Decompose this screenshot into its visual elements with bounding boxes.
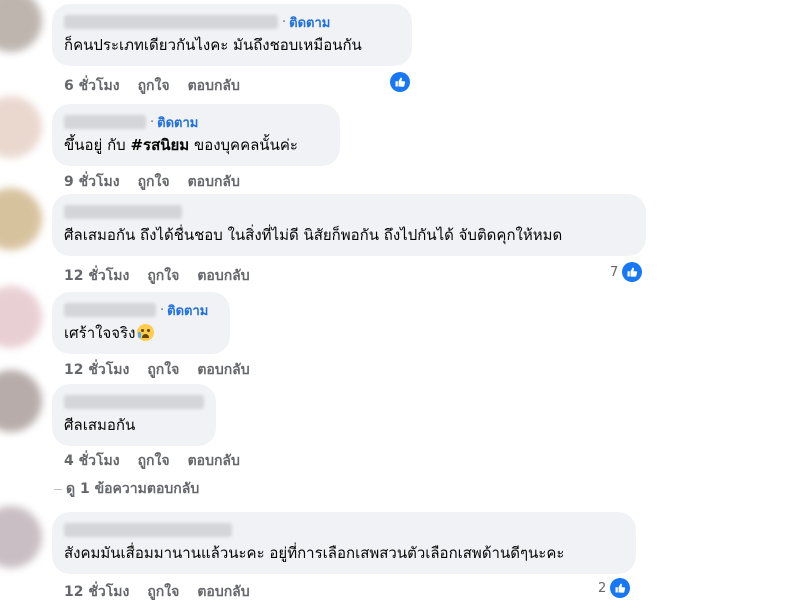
comment-time[interactable]: 9 ชั่วโมง [64,171,120,193]
like-button[interactable]: ถูกใจ [138,450,170,472]
commenter-name[interactable] [64,523,232,537]
reply-button[interactable]: ตอบกลับ [188,171,240,193]
reply-button[interactable]: ตอบกลับ [188,450,240,472]
thumbs-up-icon [622,262,643,282]
comment-actions: 9 ชั่วโมง ถูกใจ ตอบกลับ [64,171,240,193]
like-count: 7 [610,264,619,280]
reaction-count[interactable] [390,72,410,92]
hashtag-link[interactable]: #รสนิยม [130,136,189,154]
follow-link[interactable]: ติดตาม [289,12,330,33]
reply-button[interactable]: ตอบกลับ [188,75,240,97]
crying-face-emoji [137,324,155,341]
follow-link[interactable]: ติดตาม [157,112,198,133]
comment-bubble: สังคมมันเสื่อมมานานแล้วนะคะ อยู่ที่การเล… [52,512,636,574]
avatar[interactable] [0,286,42,348]
comment-text: ขึ้นอยู่ กับ #รสนิยม ของบุคคลนั้นค่ะ [64,136,298,154]
reaction-count[interactable]: 2 [598,578,631,598]
comment-bubble: · ติดตาม ขึ้นอยู่ กับ #รสนิยม ของบุคคลนั… [52,104,340,166]
comment-actions: 12 ชั่วโมง ถูกใจ ตอบกลับ [64,581,250,603]
view-replies-link[interactable]: ดู 1 ข้อความตอบกลับ [54,478,199,500]
comment-actions: 12 ชั่วโมง ถูกใจ ตอบกลับ [64,265,250,287]
comment-text: ศีลเสมอกัน [64,416,136,434]
thumbs-up-icon [390,72,410,92]
like-button[interactable]: ถูกใจ [138,171,170,193]
like-count: 2 [598,580,607,596]
comment-text: สังคมมันเสื่อมมานานแล้วนะคะ อยู่ที่การเล… [64,544,565,562]
comment-bubble: · ติดตาม เศร้าใจจริง [52,292,230,354]
comment-text: เศร้าใจจริง [64,322,218,344]
commenter-name[interactable] [64,303,156,317]
commenter-name[interactable] [64,15,278,29]
reply-button[interactable]: ตอบกลับ [197,265,249,287]
like-button[interactable]: ถูกใจ [147,265,179,287]
commenter-name[interactable] [64,115,146,129]
comment-actions: 4 ชั่วโมง ถูกใจ ตอบกลับ [64,450,240,472]
avatar[interactable] [0,370,42,432]
comment-actions: 12 ชั่วโมง ถูกใจ ตอบกลับ [64,359,250,381]
avatar[interactable] [0,96,42,158]
comment-actions: 6 ชั่วโมง ถูกใจ ตอบกลับ [64,75,240,97]
commenter-name[interactable] [64,205,182,219]
comment-time[interactable]: 12 ชั่วโมง [64,265,129,287]
thumbs-up-icon [610,578,631,598]
reaction-count[interactable]: 7 [610,262,643,282]
comment-time[interactable]: 12 ชั่วโมง [64,359,129,381]
comment-time[interactable]: 6 ชั่วโมง [64,75,120,97]
comment-bubble: ศีลเสมอกัน [52,384,216,446]
comment-time[interactable]: 4 ชั่วโมง [64,450,120,472]
avatar[interactable] [0,188,42,250]
comment-text: ศีลเสมอกัน ถึงได้ชื่นชอบ ในสิ่งที่ไม่ดี … [64,226,563,244]
like-button[interactable]: ถูกใจ [147,359,179,381]
follow-link[interactable]: ติดตาม [167,300,208,321]
comment-bubble: · ติดตาม ก็คนประเภทเดียวกันไงคะ มันถึงชอ… [52,4,412,66]
commenter-name[interactable] [64,395,204,409]
comment-bubble: ศีลเสมอกัน ถึงได้ชื่นชอบ ในสิ่งที่ไม่ดี … [52,194,646,256]
avatar[interactable] [0,0,42,52]
avatar[interactable] [0,506,42,568]
reply-button[interactable]: ตอบกลับ [197,359,249,381]
like-button[interactable]: ถูกใจ [138,75,170,97]
comment-text: ก็คนประเภทเดียวกันไงคะ มันถึงชอบเหมือนกั… [64,36,362,54]
like-button[interactable]: ถูกใจ [147,581,179,603]
reply-button[interactable]: ตอบกลับ [197,581,249,603]
comment-time[interactable]: 12 ชั่วโมง [64,581,129,603]
